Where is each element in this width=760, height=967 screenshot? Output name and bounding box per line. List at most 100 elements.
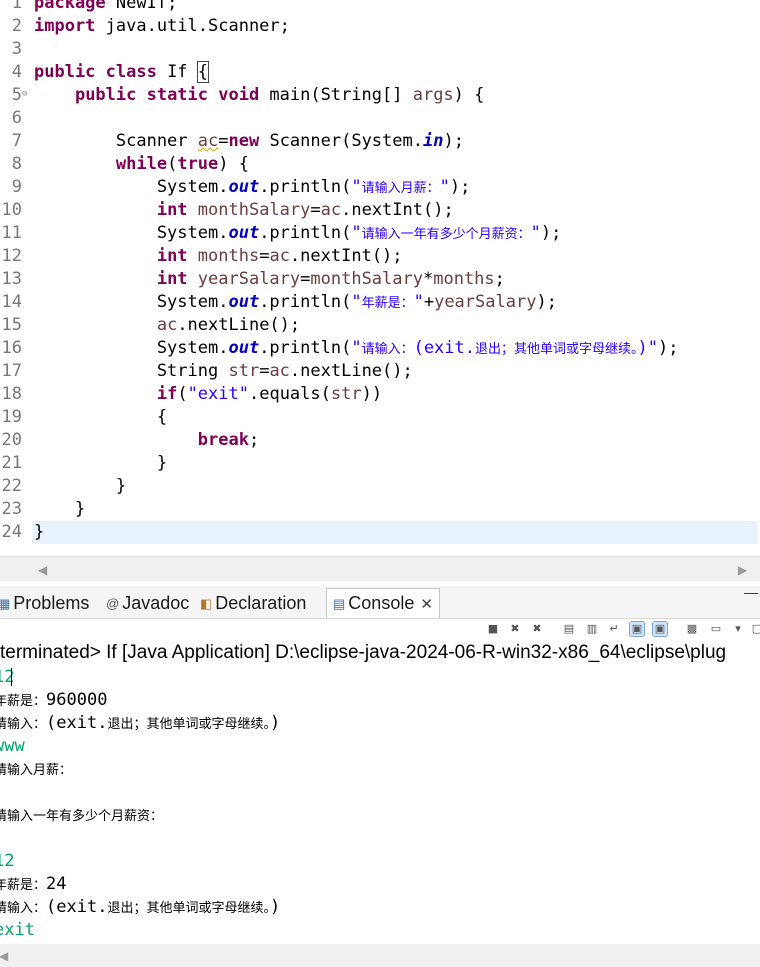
console-output-line: 请输入月薪： — [0, 758, 72, 781]
code-token: " — [413, 292, 424, 312]
console-toolbar: ■ ✖ ✖ ▤ ▥ ↵ ▣ ▣ ▩ ▭ ▾ ▢ — [0, 619, 760, 641]
code-line[interactable]: 2 import java.util.Scanner; — [0, 15, 760, 38]
remove-all-launches-icon[interactable]: ✖ — [530, 622, 544, 636]
code-token: args — [412, 85, 454, 105]
line-number: 11 — [1, 223, 22, 243]
scroll-lock-icon[interactable]: ▥ — [585, 622, 599, 636]
show-on-stderr-icon[interactable]: ▣ — [652, 621, 668, 637]
code-token: ac — [156, 315, 178, 335]
code-token: String — [34, 361, 229, 381]
code-line[interactable]: 20 break; — [0, 429, 760, 452]
editor-horizontal-scrollbar[interactable]: ◀ ▶ — [0, 556, 760, 581]
show-on-stdout-icon[interactable]: ▣ — [629, 621, 645, 637]
code-editor[interactable]: 1 package NewIf; 2 import java.util.Scanner… — [0, 0, 760, 556]
close-icon[interactable]: ✕ — [420, 596, 433, 613]
scroll-right-icon[interactable]: ▶ — [738, 563, 747, 577]
word-wrap-icon[interactable]: ↵ — [607, 622, 621, 636]
code-token: ; — [494, 269, 505, 289]
code-line[interactable]: 22 } — [0, 475, 760, 498]
code-line[interactable]: 13 int yearSalary=monthSalary*months; — [0, 268, 760, 291]
text-caret — [11, 668, 12, 686]
code-token: .equals( — [248, 384, 331, 404]
console-text: (exit. — [46, 713, 108, 733]
code-line[interactable]: 23 } — [0, 498, 760, 521]
console-input-line: exit — [0, 919, 35, 942]
console-text: 12 — [0, 667, 15, 687]
console-panel-tabbar: ▦ Problems @ Javadoc ◧ Declaration ▤ Console… — [0, 584, 760, 619]
line-number: 19 — [1, 407, 22, 427]
code-line[interactable]: 12 int months=ac.nextInt(); — [0, 245, 760, 268]
line-number: 12 — [1, 246, 22, 266]
code-token: yearSalary — [197, 269, 301, 289]
scroll-left-icon[interactable]: ◀ — [38, 563, 47, 577]
display-console-icon[interactable]: ▭ — [709, 622, 723, 636]
code-token: package — [34, 0, 116, 13]
code-line[interactable]: 19 { — [0, 406, 760, 429]
code-text: } — [34, 498, 85, 521]
code-text: if("exit".equals(str)) — [34, 383, 382, 406]
console-status: terminated> If [Java Application] D:\ecl… — [0, 642, 727, 663]
code-line[interactable]: 5 ⊖ public static void main(String[] args… — [0, 84, 760, 107]
code-line[interactable]: 18 if("exit".equals(str)) — [0, 383, 760, 406]
code-line[interactable]: 1 package NewIf; — [0, 0, 760, 15]
code-token: Scanner(System. — [269, 131, 423, 151]
code-token: * — [422, 269, 434, 289]
pin-console-icon[interactable]: ▩ — [685, 622, 699, 636]
code-token: = — [259, 246, 270, 266]
code-line[interactable]: 21 } — [0, 452, 760, 475]
code-token: ( — [167, 154, 178, 174]
open-console-icon[interactable]: ▢ — [750, 622, 760, 636]
line-number: 18 — [1, 384, 22, 404]
code-line[interactable]: 14 System.out.println("年薪是："+yearSalary)… — [0, 291, 760, 314]
code-text: System.out.println("请输入月薪："); — [34, 176, 471, 200]
code-line[interactable]: 7 Scanner ac=new Scanner(System.in); — [0, 130, 760, 153]
tab-console[interactable]: ▤ Console ✕ — [326, 588, 440, 618]
chevron-down-icon[interactable]: ▾ — [731, 622, 745, 636]
code-token: System. — [34, 338, 229, 358]
code-token: ac — [320, 200, 342, 220]
scroll-left-icon[interactable]: ◀ — [0, 949, 8, 963]
code-token: ( — [177, 384, 188, 404]
tab-console-label: Console — [348, 593, 415, 613]
code-line[interactable]: 16 System.out.println("请输入：(exit.退出；其他单词… — [0, 337, 760, 360]
code-line[interactable]: 3 — [0, 38, 760, 61]
code-line[interactable]: 17 String str=ac.nextLine(); — [0, 360, 760, 383]
console-horizontal-scrollbar[interactable]: ◀ — [0, 944, 760, 967]
code-line[interactable]: 4 public class If { — [0, 61, 760, 84]
code-line[interactable]: 11 System.out.println("请输入一年有多少个月薪资："); — [0, 222, 760, 245]
code-token: ) { — [453, 85, 485, 105]
code-line[interactable]: 24} — [2, 521, 757, 544]
code-line[interactable]: 8 while(true) { — [0, 153, 760, 176]
code-text: } — [34, 475, 126, 498]
console-text: 960000 — [46, 690, 108, 710]
remove-launch-icon[interactable]: ✖ — [508, 622, 522, 636]
tab-javadoc[interactable]: @ Javadoc — [106, 591, 189, 615]
declaration-icon: ◧ — [200, 596, 213, 611]
clear-console-icon[interactable]: ▤ — [562, 622, 576, 636]
console-output[interactable]: 12年薪是：960000请输入：(exit.退出；其他单词或字母继续。)www请… — [0, 666, 760, 943]
line-number: 16 — [1, 338, 22, 358]
terminate-icon[interactable]: ■ — [486, 622, 500, 636]
code-token: .nextLine(); — [289, 361, 413, 381]
tab-problems[interactable]: ▦ Problems — [0, 591, 89, 615]
code-token: } — [34, 522, 45, 542]
line-number: 4 — [11, 62, 22, 82]
code-token: = — [259, 361, 270, 381]
code-line[interactable]: 9 System.out.println("请输入月薪："); — [0, 176, 760, 199]
fold-toggle-icon[interactable]: ⊖ — [22, 84, 27, 104]
code-line[interactable]: 15 ac.nextLine(); — [0, 314, 760, 337]
code-token: monthSalary — [197, 200, 311, 220]
line-number: 15 — [1, 315, 22, 335]
code-line[interactable]: 6 — [0, 107, 760, 130]
tab-declaration[interactable]: ◧ Declaration — [200, 591, 306, 615]
code-token: ac — [269, 246, 290, 266]
code-token: in — [422, 131, 444, 151]
code-text: int months=ac.nextInt(); — [34, 245, 403, 268]
console-input-line: 12 — [0, 850, 14, 873]
code-token: out — [228, 177, 260, 197]
line-number: 6 — [11, 108, 22, 128]
code-line[interactable]: 10 int monthSalary=ac.nextInt(); — [0, 199, 760, 222]
minimize-icon[interactable]: — — [744, 584, 758, 600]
